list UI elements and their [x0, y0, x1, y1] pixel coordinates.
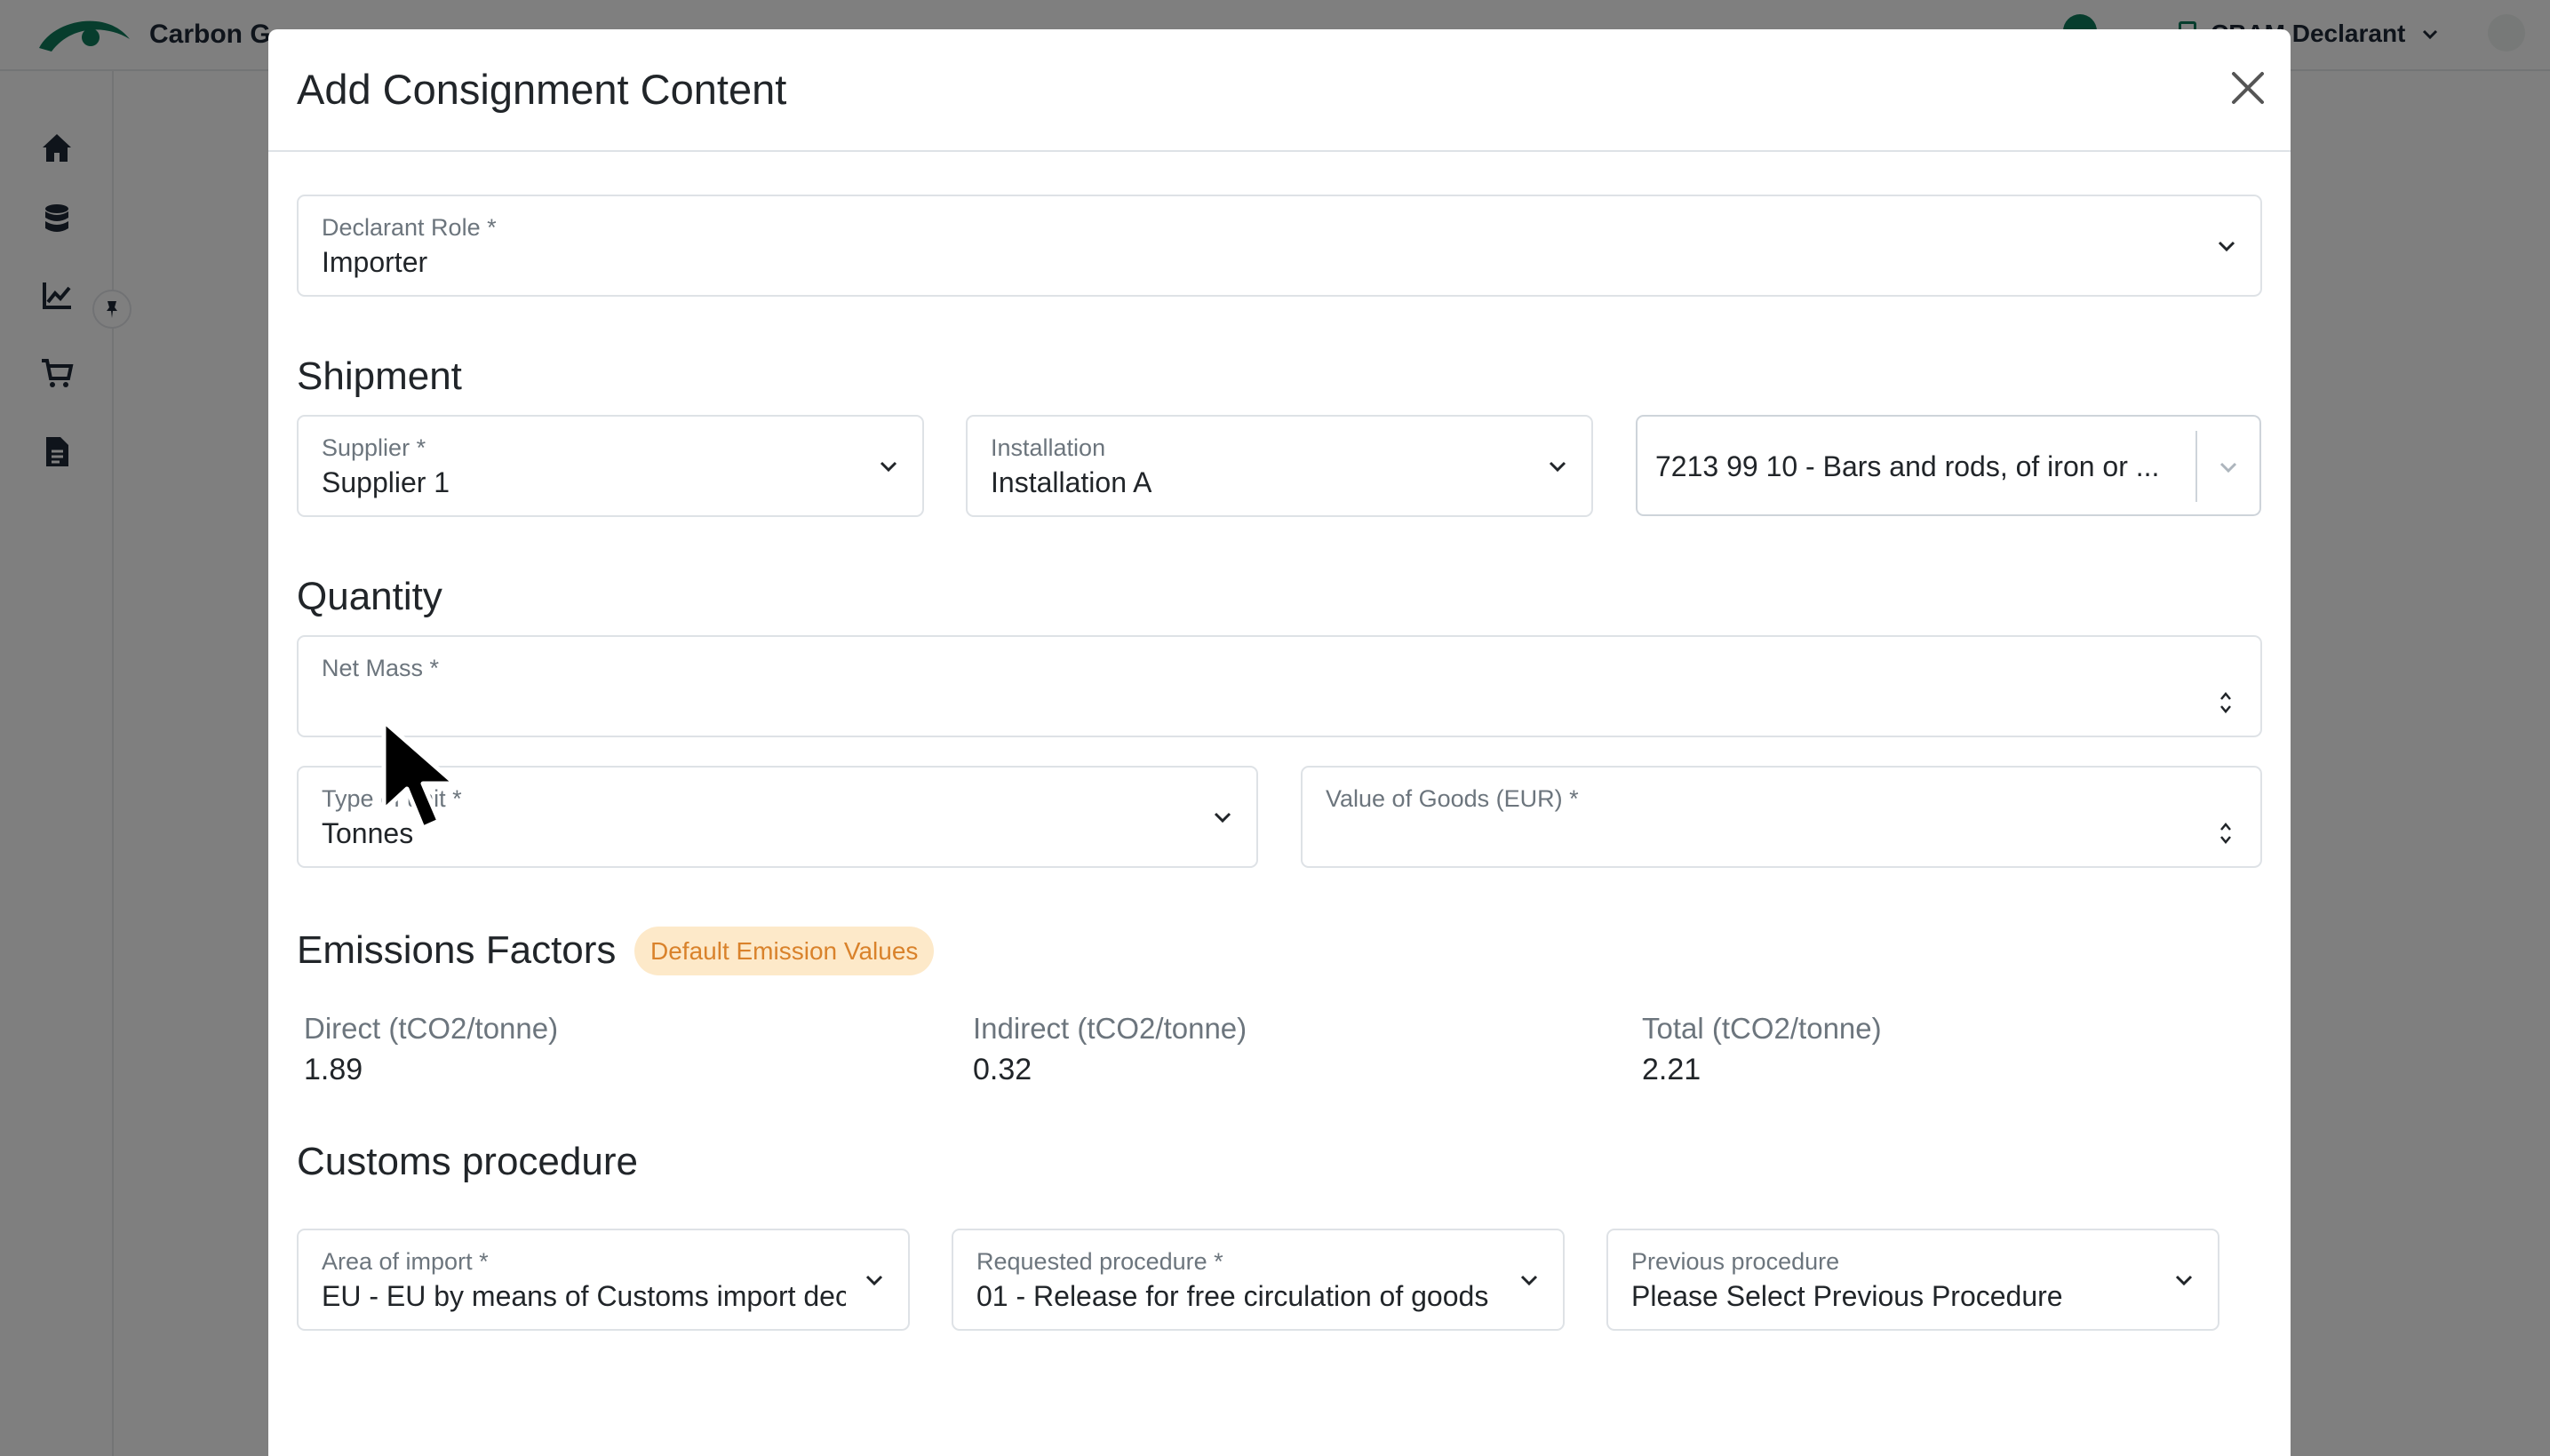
previous-procedure-label: Previous procedure — [1631, 1248, 1840, 1275]
app-root: Carbon G CBAM Declarant — [0, 0, 2550, 1456]
select-separator — [2195, 431, 2197, 502]
previous-procedure-value: Please Select Previous Procedure — [1631, 1280, 2063, 1312]
indirect-emission-value: 0.32 — [973, 1053, 1032, 1086]
chevron-down-icon — [1520, 1275, 1538, 1286]
cn-code-select[interactable]: 7213 99 10 - Bars and rods, of iron or .… — [1636, 415, 2261, 516]
previous-procedure-select[interactable]: Previous procedure Please Select Previou… — [1606, 1229, 2219, 1331]
modal-title: Add Consignment Content — [297, 66, 787, 113]
area-of-import-label: Area of import * — [322, 1248, 489, 1275]
installation-select[interactable]: Installation Installation A — [966, 415, 1593, 517]
area-of-import-value: EU - EU by means of Customs import decla… — [322, 1280, 846, 1312]
chevron-down-icon — [2175, 1275, 2193, 1286]
requested-procedure-label: Requested procedure * — [976, 1248, 1223, 1275]
chevron-down-icon — [1214, 812, 1231, 823]
supplier-label: Supplier * — [322, 434, 426, 461]
supplier-select[interactable]: Supplier * Supplier 1 — [297, 415, 924, 517]
total-emission-value: 2.21 — [1642, 1053, 1701, 1086]
net-mass-input[interactable]: Net Mass * — [297, 635, 2262, 737]
indirect-emission-label: Indirect (tCO2/tonne) — [973, 1012, 1247, 1045]
quantity-heading: Quantity — [297, 575, 442, 618]
chevron-down-icon — [2218, 241, 2235, 252]
value-of-goods-label: Value of Goods (EUR) * — [1326, 785, 1579, 812]
value-of-goods-input[interactable]: Value of Goods (EUR) * — [1301, 766, 2262, 868]
chevron-down-icon — [1549, 461, 1566, 473]
declarant-role-label: Declarant Role * — [322, 214, 497, 241]
installation-label: Installation — [991, 434, 1106, 461]
direct-emission-label: Direct (tCO2/tonne) — [304, 1012, 559, 1045]
requested-procedure-select[interactable]: Requested procedure * 01 - Release for f… — [952, 1229, 1565, 1331]
add-consignment-modal: Add Consignment Content Declarant Role *… — [268, 29, 2291, 1456]
area-of-import-select[interactable]: Area of import * EU - EU by means of Cus… — [297, 1229, 910, 1331]
number-spinner-icon[interactable] — [2218, 688, 2234, 717]
modal-header: Add Consignment Content — [268, 29, 2291, 152]
chevron-down-icon[interactable] — [2215, 454, 2242, 481]
close-icon[interactable] — [2227, 67, 2269, 109]
emissions-heading: Emissions Factors — [297, 928, 617, 972]
mouse-cursor-icon — [381, 719, 458, 831]
customs-heading: Customs procedure — [297, 1140, 638, 1183]
cn-code-value: 7213 99 10 - Bars and rods, of iron or .… — [1655, 450, 2160, 482]
shipment-heading: Shipment — [297, 354, 462, 398]
installation-value: Installation A — [991, 466, 1152, 498]
supplier-value: Supplier 1 — [322, 466, 450, 498]
declarant-role-value: Importer — [322, 246, 428, 278]
declarant-role-select[interactable]: Declarant Role * Importer — [297, 195, 2262, 297]
chevron-down-icon — [865, 1275, 883, 1286]
net-mass-label: Net Mass * — [322, 655, 440, 681]
chevron-down-icon — [880, 461, 897, 473]
default-emission-badge: Default Emission Values — [634, 927, 935, 975]
requested-procedure-value: 01 - Release for free circulation of goo… — [976, 1280, 1489, 1312]
total-emission-label: Total (tCO2/tonne) — [1642, 1012, 1882, 1045]
number-spinner-icon[interactable] — [2218, 819, 2234, 847]
direct-emission-value: 1.89 — [304, 1053, 363, 1086]
